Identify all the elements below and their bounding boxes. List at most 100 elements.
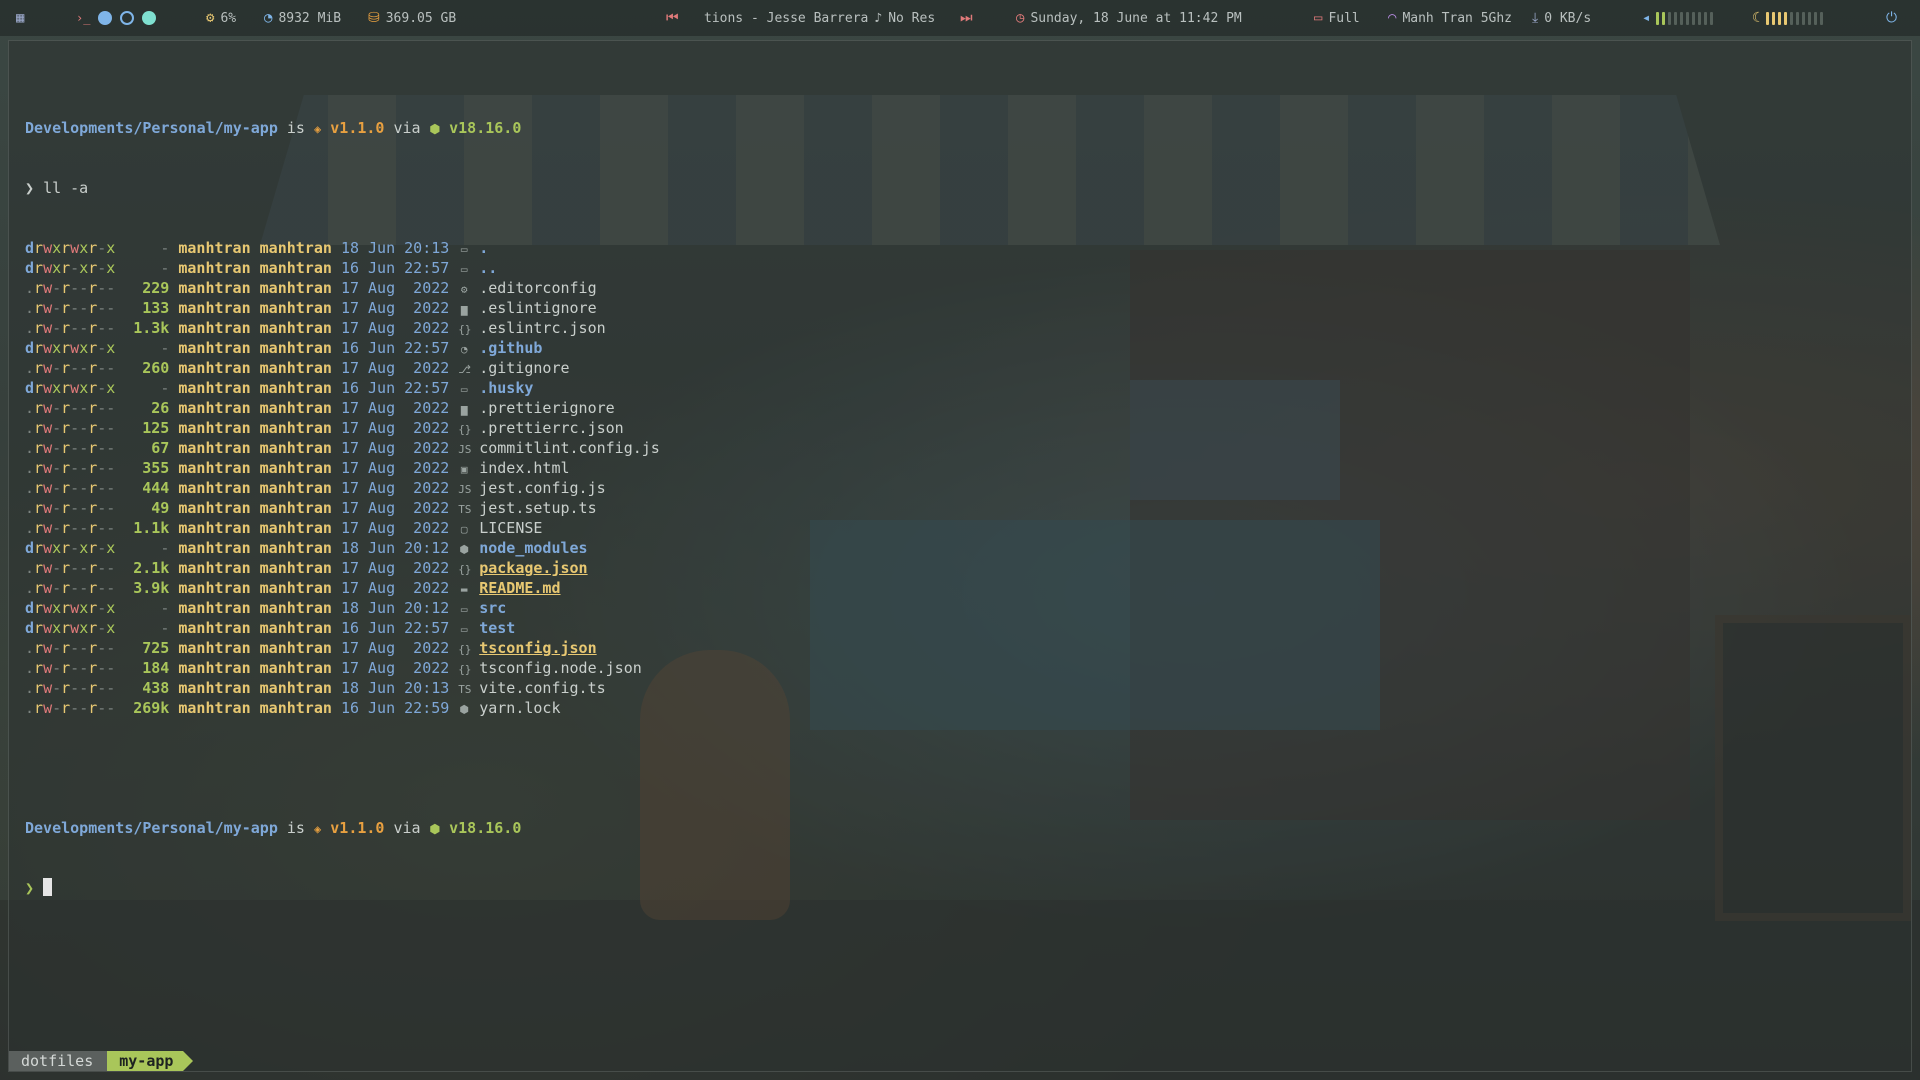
file-name: index.html — [479, 459, 570, 477]
file-month: Jun — [368, 599, 396, 617]
wifi-indicator[interactable]: ◠ Manh Tran 5Ghz — [1388, 0, 1512, 36]
file-row[interactable]: .rw-r--r-- 125 manhtran manhtran 17 Aug … — [25, 418, 660, 438]
permissions: .rw-r--r-- — [25, 399, 116, 417]
file-name: .husky — [479, 379, 534, 397]
tmux-session[interactable]: dotfiles — [9, 1051, 108, 1071]
file-time: 20:12 — [404, 539, 450, 557]
file-size: 229 — [142, 279, 170, 297]
file-row[interactable]: .rw-r--r-- 269k manhtran manhtran 16 Jun… — [25, 698, 660, 718]
file-row[interactable]: .rw-r--r-- 438 manhtran manhtran 18 Jun … — [25, 678, 660, 698]
file-type-icon: TS — [458, 503, 472, 516]
prompt-is: is — [286, 819, 305, 837]
file-size: 444 — [142, 479, 170, 497]
file-row[interactable]: drwxrwxr-x - manhtran manhtran 16 Jun 22… — [25, 338, 660, 358]
volume-control[interactable]: ◂ — [1642, 0, 1714, 36]
file-month: Jun — [368, 679, 396, 697]
file-time: 22:57 — [404, 339, 450, 357]
prompt-is: is — [286, 119, 305, 137]
workspace-dot-3[interactable] — [120, 11, 135, 25]
file-row[interactable]: .rw-r--r-- 355 manhtran manhtran 17 Aug … — [25, 458, 660, 478]
file-month: Aug — [368, 659, 396, 677]
file-row[interactable]: .rw-r--r-- 444 manhtran manhtran 17 Aug … — [25, 478, 660, 498]
input-line[interactable]: ❯ — [25, 878, 660, 898]
file-type-icon: {} — [458, 663, 472, 676]
file-row[interactable]: drwxr-xr-x - manhtran manhtran 18 Jun 20… — [25, 538, 660, 558]
tmux-window-active[interactable]: my-app — [107, 1051, 194, 1071]
file-row[interactable]: drwxr-xr-x - manhtran manhtran 16 Jun 22… — [25, 258, 660, 278]
command-line: ❯ ll -a — [25, 178, 660, 198]
file-day: 17 — [340, 519, 359, 537]
disk-indicator[interactable]: ⛁ 369.05 GB — [368, 0, 456, 36]
file-day: 18 — [340, 539, 359, 557]
file-owner: manhtran — [178, 479, 251, 497]
power-button[interactable]: ⏻ — [1886, 0, 1897, 36]
permissions: .rw-r--r-- — [25, 299, 116, 317]
file-row[interactable]: .rw-r--r-- 229 manhtran manhtran 17 Aug … — [25, 278, 660, 298]
file-owner: manhtran — [178, 279, 251, 297]
file-row[interactable]: .rw-r--r-- 133 manhtran manhtran 17 Aug … — [25, 298, 660, 318]
media-info[interactable]: tions - Jesse Barrera ♪ No Res — [704, 0, 935, 36]
previous-track-icon: ⏮ — [666, 10, 679, 26]
workspace-dot-2[interactable] — [98, 11, 113, 25]
battery-indicator[interactable]: ▭ Full — [1314, 0, 1360, 36]
file-day: 18 — [340, 239, 359, 257]
file-owner: manhtran — [178, 639, 251, 657]
file-group: manhtran — [259, 539, 332, 557]
file-row[interactable]: .rw-r--r-- 1.3k manhtran manhtran 17 Aug… — [25, 318, 660, 338]
network-speed[interactable]: ⤓ 0 KB/s — [1532, 0, 1591, 36]
workspace-dot-1[interactable]: ›_ — [76, 11, 90, 25]
clock[interactable]: ◷ Sunday, 18 June at 11:42 PM — [1016, 0, 1242, 36]
package-version: v1.1.0 — [330, 819, 385, 837]
file-time: 2022 — [404, 639, 450, 657]
file-row[interactable]: .rw-r--r-- 1.1k manhtran manhtran 17 Aug… — [25, 518, 660, 538]
grid-icon: ▦ — [16, 10, 25, 26]
file-type-icon: {} — [458, 423, 472, 436]
file-row[interactable]: .rw-r--r-- 26 manhtran manhtran 17 Aug 2… — [25, 398, 660, 418]
file-type-icon: {} — [458, 643, 472, 656]
file-row[interactable]: drwxrwxr-x - manhtran manhtran 18 Jun 20… — [25, 598, 660, 618]
apps-launcher-button[interactable]: ▦ — [16, 0, 24, 36]
file-row[interactable]: .rw-r--r-- 67 manhtran manhtran 17 Aug 2… — [25, 438, 660, 458]
file-owner: manhtran — [178, 399, 251, 417]
file-type-icon: ⎇ — [458, 363, 471, 376]
file-group: manhtran — [259, 319, 332, 337]
cpu-indicator[interactable]: ⚙ 6% — [206, 0, 236, 36]
media-next-button[interactable]: ⏭ — [960, 0, 973, 36]
file-size: - — [160, 259, 170, 277]
file-month: Aug — [368, 519, 396, 537]
file-day: 17 — [340, 459, 359, 477]
terminal-window[interactable]: Developments/Personal/my-app is ◈ v1.1.0… — [8, 40, 1912, 1072]
file-group: manhtran — [259, 379, 332, 397]
file-row[interactable]: .rw-r--r-- 725 manhtran manhtran 17 Aug … — [25, 638, 660, 658]
memory-indicator[interactable]: ◔ 8932 MiB — [264, 0, 341, 36]
prompt-path: Developments/Personal/my-app — [25, 819, 278, 837]
prompt-char: ❯ — [25, 179, 35, 197]
track-title: tions - Jesse Barrera — [704, 10, 869, 26]
file-month: Aug — [368, 459, 396, 477]
file-row[interactable]: drwxrwxr-x - manhtran manhtran 16 Jun 22… — [25, 378, 660, 398]
file-owner: manhtran — [178, 459, 251, 477]
file-row[interactable]: .rw-r--r-- 3.9k manhtran manhtran 17 Aug… — [25, 578, 660, 598]
terminal-output[interactable]: Developments/Personal/my-app is ◈ v1.1.0… — [25, 78, 660, 938]
file-row[interactable]: .rw-r--r-- 49 manhtran manhtran 17 Aug 2… — [25, 498, 660, 518]
file-group: manhtran — [259, 619, 332, 637]
file-row[interactable]: drwxrwxr-x - manhtran manhtran 18 Jun 20… — [25, 238, 660, 258]
file-day: 17 — [340, 639, 359, 657]
file-row[interactable]: drwxrwxr-x - manhtran manhtran 16 Jun 22… — [25, 618, 660, 638]
file-row[interactable]: .rw-r--r-- 260 manhtran manhtran 17 Aug … — [25, 358, 660, 378]
prompt-line-2: Developments/Personal/my-app is ◈ v1.1.0… — [25, 818, 660, 838]
brightness-control[interactable]: ☾ — [1752, 0, 1824, 36]
file-row[interactable]: .rw-r--r-- 184 manhtran manhtran 17 Aug … — [25, 658, 660, 678]
prompt-char: ❯ — [25, 879, 35, 897]
file-month: Aug — [368, 279, 396, 297]
file-name: jest.setup.ts — [479, 499, 597, 517]
media-previous-button[interactable]: ⏮ — [666, 0, 679, 36]
file-row[interactable]: .rw-r--r-- 2.1k manhtran manhtran 17 Aug… — [25, 558, 660, 578]
file-month: Aug — [368, 319, 396, 337]
package-icon: ◈ — [314, 822, 322, 836]
file-group: manhtran — [259, 599, 332, 617]
network-speed-value: 0 KB/s — [1544, 10, 1592, 26]
file-group: manhtran — [259, 499, 332, 517]
file-day: 17 — [340, 439, 359, 457]
workspace-dot-4[interactable] — [142, 11, 157, 25]
